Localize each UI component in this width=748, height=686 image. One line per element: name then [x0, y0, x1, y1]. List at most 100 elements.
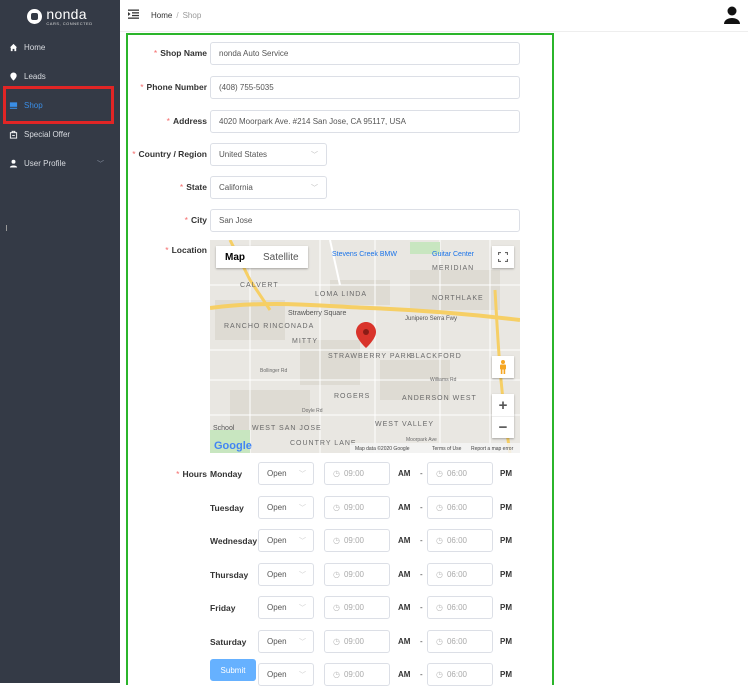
map-label: STRAWBERRY PARK — [328, 353, 412, 360]
hours-day-label: Thursday — [210, 570, 249, 580]
clock-icon: ◷ — [333, 670, 340, 679]
close-ampm: PM — [500, 570, 512, 579]
menu-toggle-icon[interactable] — [128, 9, 139, 22]
chevron-down-icon: ﹀ — [299, 538, 306, 545]
city-input[interactable]: San Jose — [210, 209, 520, 232]
zoom-in-icon[interactable]: + — [492, 394, 514, 416]
time-range-dash: - — [420, 469, 423, 478]
user-icon — [8, 159, 18, 169]
map-label: Junipero Serra Fwy — [405, 316, 457, 322]
breadcrumb-separator: / — [176, 11, 179, 20]
sidebar-item-label: Leads — [24, 72, 46, 81]
time-range-dash: - — [420, 503, 423, 512]
address-input[interactable]: 4020 Moorpark Ave. #214 San Jose, CA 951… — [210, 110, 520, 133]
sidebar-item-special-offer[interactable]: Special Offer — [0, 120, 120, 149]
state-select[interactable]: California ﹀ — [210, 176, 327, 199]
sidebar-item-home[interactable]: Home — [0, 33, 120, 62]
zoom-out-icon[interactable]: − — [492, 416, 514, 438]
time-range-dash: - — [420, 536, 423, 545]
sidebar-item-label: Home — [24, 43, 46, 52]
clock-icon: ◷ — [333, 503, 340, 512]
map-report-link[interactable]: Report a map error — [471, 446, 514, 452]
account-icon[interactable] — [724, 6, 740, 24]
clock-icon: ◷ — [333, 536, 340, 545]
chevron-down-icon: ﹀ — [299, 471, 306, 478]
hours-status-select[interactable]: Open ﹀ — [258, 596, 314, 619]
open-time-input[interactable]: ◷ 09:00 — [324, 563, 390, 586]
clock-icon: ◷ — [436, 637, 443, 646]
hours-status-select[interactable]: Open ﹀ — [258, 563, 314, 586]
close-time-input[interactable]: ◷ 06:00 — [427, 596, 493, 619]
chevron-down-icon: ﹀ — [299, 572, 306, 579]
map-label: Stevens Creek BMW — [332, 251, 397, 258]
hours-status-select[interactable]: Open ﹀ — [258, 496, 314, 519]
close-ampm: PM — [500, 469, 512, 478]
address-label: * Address — [166, 116, 207, 126]
map-tab-map[interactable]: Map — [216, 246, 254, 268]
hours-status-select[interactable]: Open ﹀ — [258, 462, 314, 485]
shop-form: * Shop Name nonda Auto Service * Phone Num… — [126, 33, 554, 686]
open-time-input[interactable]: ◷ 09:00 — [324, 462, 390, 485]
clock-icon: ◷ — [436, 570, 443, 579]
close-time-input[interactable]: ◷ 06:00 — [427, 496, 493, 519]
close-ampm: PM — [500, 503, 512, 512]
clock-icon: ◷ — [333, 603, 340, 612]
hours-day-label: Wednesday — [210, 536, 258, 546]
map-label: ROGERS — [334, 393, 370, 400]
logo-tagline: CARS, CONNECTED — [46, 21, 93, 26]
nonda-logo-icon — [27, 9, 43, 24]
map-terms-link[interactable]: Terms of Use — [432, 446, 462, 452]
close-time-input[interactable]: ◷ 06:00 — [427, 630, 493, 653]
open-time-input[interactable]: ◷ 09:00 — [324, 529, 390, 552]
sidebar: nonda CARS, CONNECTED Home Leads Shop Sp… — [0, 0, 120, 683]
chevron-down-icon: ﹀ — [299, 639, 306, 646]
hours-status-select[interactable]: Open ﹀ — [258, 529, 314, 552]
clock-icon: ◷ — [333, 637, 340, 646]
google-logo: Google — [214, 440, 252, 452]
submit-button[interactable]: Submit — [210, 659, 256, 681]
open-ampm: AM — [398, 670, 411, 679]
time-range-dash: - — [420, 637, 423, 646]
home-icon — [8, 43, 18, 53]
phone-label: * Phone Number — [140, 82, 207, 92]
shop-name-input[interactable]: nonda Auto Service — [210, 42, 520, 65]
zoom-control: + − — [492, 394, 514, 438]
phone-input[interactable]: (408) 755-5035 — [210, 76, 520, 99]
location-map[interactable]: Stevens Creek BMW Guitar Center MERIDIAN… — [210, 240, 520, 453]
map-label: COUNTRY LANE — [290, 440, 357, 447]
street-view-pegman-icon[interactable] — [492, 356, 514, 378]
country-select[interactable]: United States ﹀ — [210, 143, 327, 166]
map-attribution: Map data ©2020 Google — [355, 445, 410, 452]
open-ampm: AM — [398, 503, 411, 512]
open-ampm: AM — [398, 536, 411, 545]
breadcrumb-home[interactable]: Home — [151, 11, 172, 20]
chevron-down-icon: ﹀ — [311, 152, 318, 159]
close-time-input[interactable]: ◷ 06:00 — [427, 462, 493, 485]
sidebar-item-user-profile[interactable]: User Profile ﹀ — [0, 149, 120, 178]
clock-icon: ◷ — [436, 603, 443, 612]
open-time-input[interactable]: ◷ 09:00 — [324, 496, 390, 519]
clock-icon: ◷ — [436, 536, 443, 545]
open-ampm: AM — [398, 637, 411, 646]
close-ampm: PM — [500, 536, 512, 545]
hours-status-select[interactable]: Open ﹀ — [258, 630, 314, 653]
logo[interactable]: nonda CARS, CONNECTED — [0, 0, 120, 33]
open-time-input[interactable]: ◷ 09:00 — [324, 630, 390, 653]
hours-day-label: Saturday — [210, 637, 247, 647]
chevron-down-icon: ﹀ — [299, 605, 306, 612]
top-bar: Home / Shop — [120, 0, 748, 32]
map-label: RANCHO RINCONADA — [224, 323, 314, 330]
fullscreen-icon[interactable] — [492, 246, 514, 268]
map-label: School — [213, 425, 235, 432]
open-time-input[interactable]: ◷ 09:00 — [324, 596, 390, 619]
sidebar-item-label: Special Offer — [24, 130, 71, 139]
map-tab-satellite[interactable]: Satellite — [254, 246, 308, 268]
country-label: * Country / Region — [132, 149, 207, 159]
chevron-down-icon: ﹀ — [97, 160, 104, 168]
close-time-input[interactable]: ◷ 06:00 — [427, 529, 493, 552]
map-label: CALVERT — [240, 282, 279, 289]
state-label: * State — [179, 182, 207, 192]
map-label: WEST SAN JOSE — [252, 425, 322, 432]
clock-icon: ◷ — [436, 469, 443, 478]
close-time-input[interactable]: ◷ 06:00 — [427, 563, 493, 586]
